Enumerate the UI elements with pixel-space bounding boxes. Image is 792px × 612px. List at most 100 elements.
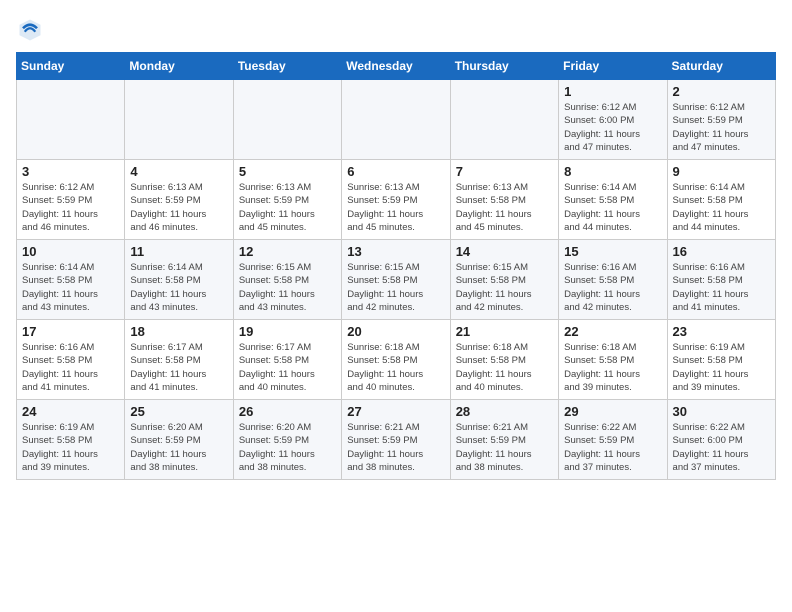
day-info: Sunrise: 6:22 AM Sunset: 5:59 PM Dayligh… (564, 421, 661, 474)
calendar-cell: 19 Sunrise: 6:17 AM Sunset: 5:58 PM Dayli… (233, 320, 341, 400)
calendar-cell (342, 80, 450, 160)
day-info: Sunrise: 6:12 AM Sunset: 6:00 PM Dayligh… (564, 101, 661, 154)
calendar-cell: 26 Sunrise: 6:20 AM Sunset: 5:59 PM Dayli… (233, 400, 341, 480)
day-info: Sunrise: 6:13 AM Sunset: 5:59 PM Dayligh… (130, 181, 227, 234)
day-info: Sunrise: 6:13 AM Sunset: 5:59 PM Dayligh… (347, 181, 444, 234)
calendar-cell: 29 Sunrise: 6:22 AM Sunset: 5:59 PM Dayli… (559, 400, 667, 480)
calendar-week-row: 3 Sunrise: 6:12 AM Sunset: 5:59 PM Daylig… (17, 160, 776, 240)
day-number: 11 (130, 244, 227, 259)
weekday-header-monday: Monday (125, 53, 233, 80)
day-number: 4 (130, 164, 227, 179)
day-info: Sunrise: 6:14 AM Sunset: 5:58 PM Dayligh… (130, 261, 227, 314)
calendar-table: SundayMondayTuesdayWednesdayThursdayFrid… (16, 52, 776, 480)
calendar-cell: 15Sunrise: 6:16 AM Sunset: 5:58 PM Dayli… (559, 240, 667, 320)
day-info: Sunrise: 6:17 AM Sunset: 5:58 PM Dayligh… (130, 341, 227, 394)
day-number: 6 (347, 164, 444, 179)
day-info: Sunrise: 6:15 AM Sunset: 5:58 PM Dayligh… (347, 261, 444, 314)
calendar-cell: 24Sunrise: 6:19 AM Sunset: 5:58 PM Dayli… (17, 400, 125, 480)
calendar-cell: 18 Sunrise: 6:17 AM Sunset: 5:58 PM Dayli… (125, 320, 233, 400)
day-info: Sunrise: 6:15 AM Sunset: 5:58 PM Dayligh… (239, 261, 336, 314)
calendar-cell (450, 80, 558, 160)
page-header (16, 16, 776, 44)
weekday-header-thursday: Thursday (450, 53, 558, 80)
day-info: Sunrise: 6:18 AM Sunset: 5:58 PM Dayligh… (347, 341, 444, 394)
day-info: Sunrise: 6:18 AM Sunset: 5:58 PM Dayligh… (564, 341, 661, 394)
day-number: 20 (347, 324, 444, 339)
calendar-cell: 30 Sunrise: 6:22 AM Sunset: 6:00 PM Dayli… (667, 400, 775, 480)
day-number: 15 (564, 244, 661, 259)
logo-icon (16, 16, 44, 44)
calendar-cell: 20 Sunrise: 6:18 AM Sunset: 5:58 PM Dayli… (342, 320, 450, 400)
day-number: 14 (456, 244, 553, 259)
day-info: Sunrise: 6:16 AM Sunset: 5:58 PM Dayligh… (22, 341, 119, 394)
calendar-cell: 23 Sunrise: 6:19 AM Sunset: 5:58 PM Dayli… (667, 320, 775, 400)
calendar-cell: 21 Sunrise: 6:18 AM Sunset: 5:58 PM Dayli… (450, 320, 558, 400)
day-number: 10 (22, 244, 119, 259)
day-number: 1 (564, 84, 661, 99)
day-number: 19 (239, 324, 336, 339)
calendar-cell (17, 80, 125, 160)
calendar-cell: 16 Sunrise: 6:16 AM Sunset: 5:58 PM Dayli… (667, 240, 775, 320)
day-info: Sunrise: 6:13 AM Sunset: 5:59 PM Dayligh… (239, 181, 336, 234)
day-number: 26 (239, 404, 336, 419)
calendar-cell: 4 Sunrise: 6:13 AM Sunset: 5:59 PM Daylig… (125, 160, 233, 240)
day-info: Sunrise: 6:17 AM Sunset: 5:58 PM Dayligh… (239, 341, 336, 394)
day-info: Sunrise: 6:16 AM Sunset: 5:58 PM Dayligh… (673, 261, 770, 314)
day-number: 3 (22, 164, 119, 179)
calendar-cell (233, 80, 341, 160)
day-number: 30 (673, 404, 770, 419)
day-info: Sunrise: 6:20 AM Sunset: 5:59 PM Dayligh… (130, 421, 227, 474)
calendar-cell: 8 Sunrise: 6:14 AM Sunset: 5:58 PM Daylig… (559, 160, 667, 240)
day-info: Sunrise: 6:12 AM Sunset: 5:59 PM Dayligh… (22, 181, 119, 234)
day-info: Sunrise: 6:14 AM Sunset: 5:58 PM Dayligh… (673, 181, 770, 234)
day-number: 16 (673, 244, 770, 259)
day-number: 23 (673, 324, 770, 339)
day-info: Sunrise: 6:14 AM Sunset: 5:58 PM Dayligh… (22, 261, 119, 314)
day-info: Sunrise: 6:12 AM Sunset: 5:59 PM Dayligh… (673, 101, 770, 154)
day-number: 8 (564, 164, 661, 179)
day-number: 2 (673, 84, 770, 99)
calendar-cell (125, 80, 233, 160)
calendar-cell: 1 Sunrise: 6:12 AM Sunset: 6:00 PM Daylig… (559, 80, 667, 160)
day-number: 5 (239, 164, 336, 179)
day-number: 22 (564, 324, 661, 339)
day-number: 12 (239, 244, 336, 259)
calendar-week-row: 24Sunrise: 6:19 AM Sunset: 5:58 PM Dayli… (17, 400, 776, 480)
calendar-cell: 27Sunrise: 6:21 AM Sunset: 5:59 PM Dayli… (342, 400, 450, 480)
day-number: 25 (130, 404, 227, 419)
day-number: 13 (347, 244, 444, 259)
calendar-cell: 14 Sunrise: 6:15 AM Sunset: 5:58 PM Dayli… (450, 240, 558, 320)
day-info: Sunrise: 6:19 AM Sunset: 5:58 PM Dayligh… (673, 341, 770, 394)
day-number: 27 (347, 404, 444, 419)
day-number: 29 (564, 404, 661, 419)
logo (16, 16, 48, 44)
day-number: 7 (456, 164, 553, 179)
calendar-cell: 5 Sunrise: 6:13 AM Sunset: 5:59 PM Daylig… (233, 160, 341, 240)
calendar-cell: 12 Sunrise: 6:15 AM Sunset: 5:58 PM Dayli… (233, 240, 341, 320)
calendar-week-row: 17 Sunrise: 6:16 AM Sunset: 5:58 PM Dayli… (17, 320, 776, 400)
day-info: Sunrise: 6:13 AM Sunset: 5:58 PM Dayligh… (456, 181, 553, 234)
day-number: 28 (456, 404, 553, 419)
calendar-cell: 2 Sunrise: 6:12 AM Sunset: 5:59 PM Daylig… (667, 80, 775, 160)
weekday-header-wednesday: Wednesday (342, 53, 450, 80)
calendar-week-row: 10 Sunrise: 6:14 AM Sunset: 5:58 PM Dayli… (17, 240, 776, 320)
calendar-week-row: 1 Sunrise: 6:12 AM Sunset: 6:00 PM Daylig… (17, 80, 776, 160)
day-info: Sunrise: 6:19 AM Sunset: 5:58 PM Dayligh… (22, 421, 119, 474)
weekday-header-tuesday: Tuesday (233, 53, 341, 80)
calendar-cell: 10 Sunrise: 6:14 AM Sunset: 5:58 PM Dayli… (17, 240, 125, 320)
weekday-header-saturday: Saturday (667, 53, 775, 80)
calendar-cell: 22 Sunrise: 6:18 AM Sunset: 5:58 PM Dayli… (559, 320, 667, 400)
day-number: 18 (130, 324, 227, 339)
day-number: 21 (456, 324, 553, 339)
calendar-body: 1 Sunrise: 6:12 AM Sunset: 6:00 PM Daylig… (17, 80, 776, 480)
calendar-cell: 13 Sunrise: 6:15 AM Sunset: 5:58 PM Dayli… (342, 240, 450, 320)
day-info: Sunrise: 6:22 AM Sunset: 6:00 PM Dayligh… (673, 421, 770, 474)
day-info: Sunrise: 6:14 AM Sunset: 5:58 PM Dayligh… (564, 181, 661, 234)
calendar-cell: 17 Sunrise: 6:16 AM Sunset: 5:58 PM Dayli… (17, 320, 125, 400)
day-info: Sunrise: 6:20 AM Sunset: 5:59 PM Dayligh… (239, 421, 336, 474)
calendar-cell: 6 Sunrise: 6:13 AM Sunset: 5:59 PM Daylig… (342, 160, 450, 240)
day-number: 17 (22, 324, 119, 339)
day-info: Sunrise: 6:15 AM Sunset: 5:58 PM Dayligh… (456, 261, 553, 314)
day-info: Sunrise: 6:18 AM Sunset: 5:58 PM Dayligh… (456, 341, 553, 394)
calendar-cell: 7 Sunrise: 6:13 AM Sunset: 5:58 PM Daylig… (450, 160, 558, 240)
